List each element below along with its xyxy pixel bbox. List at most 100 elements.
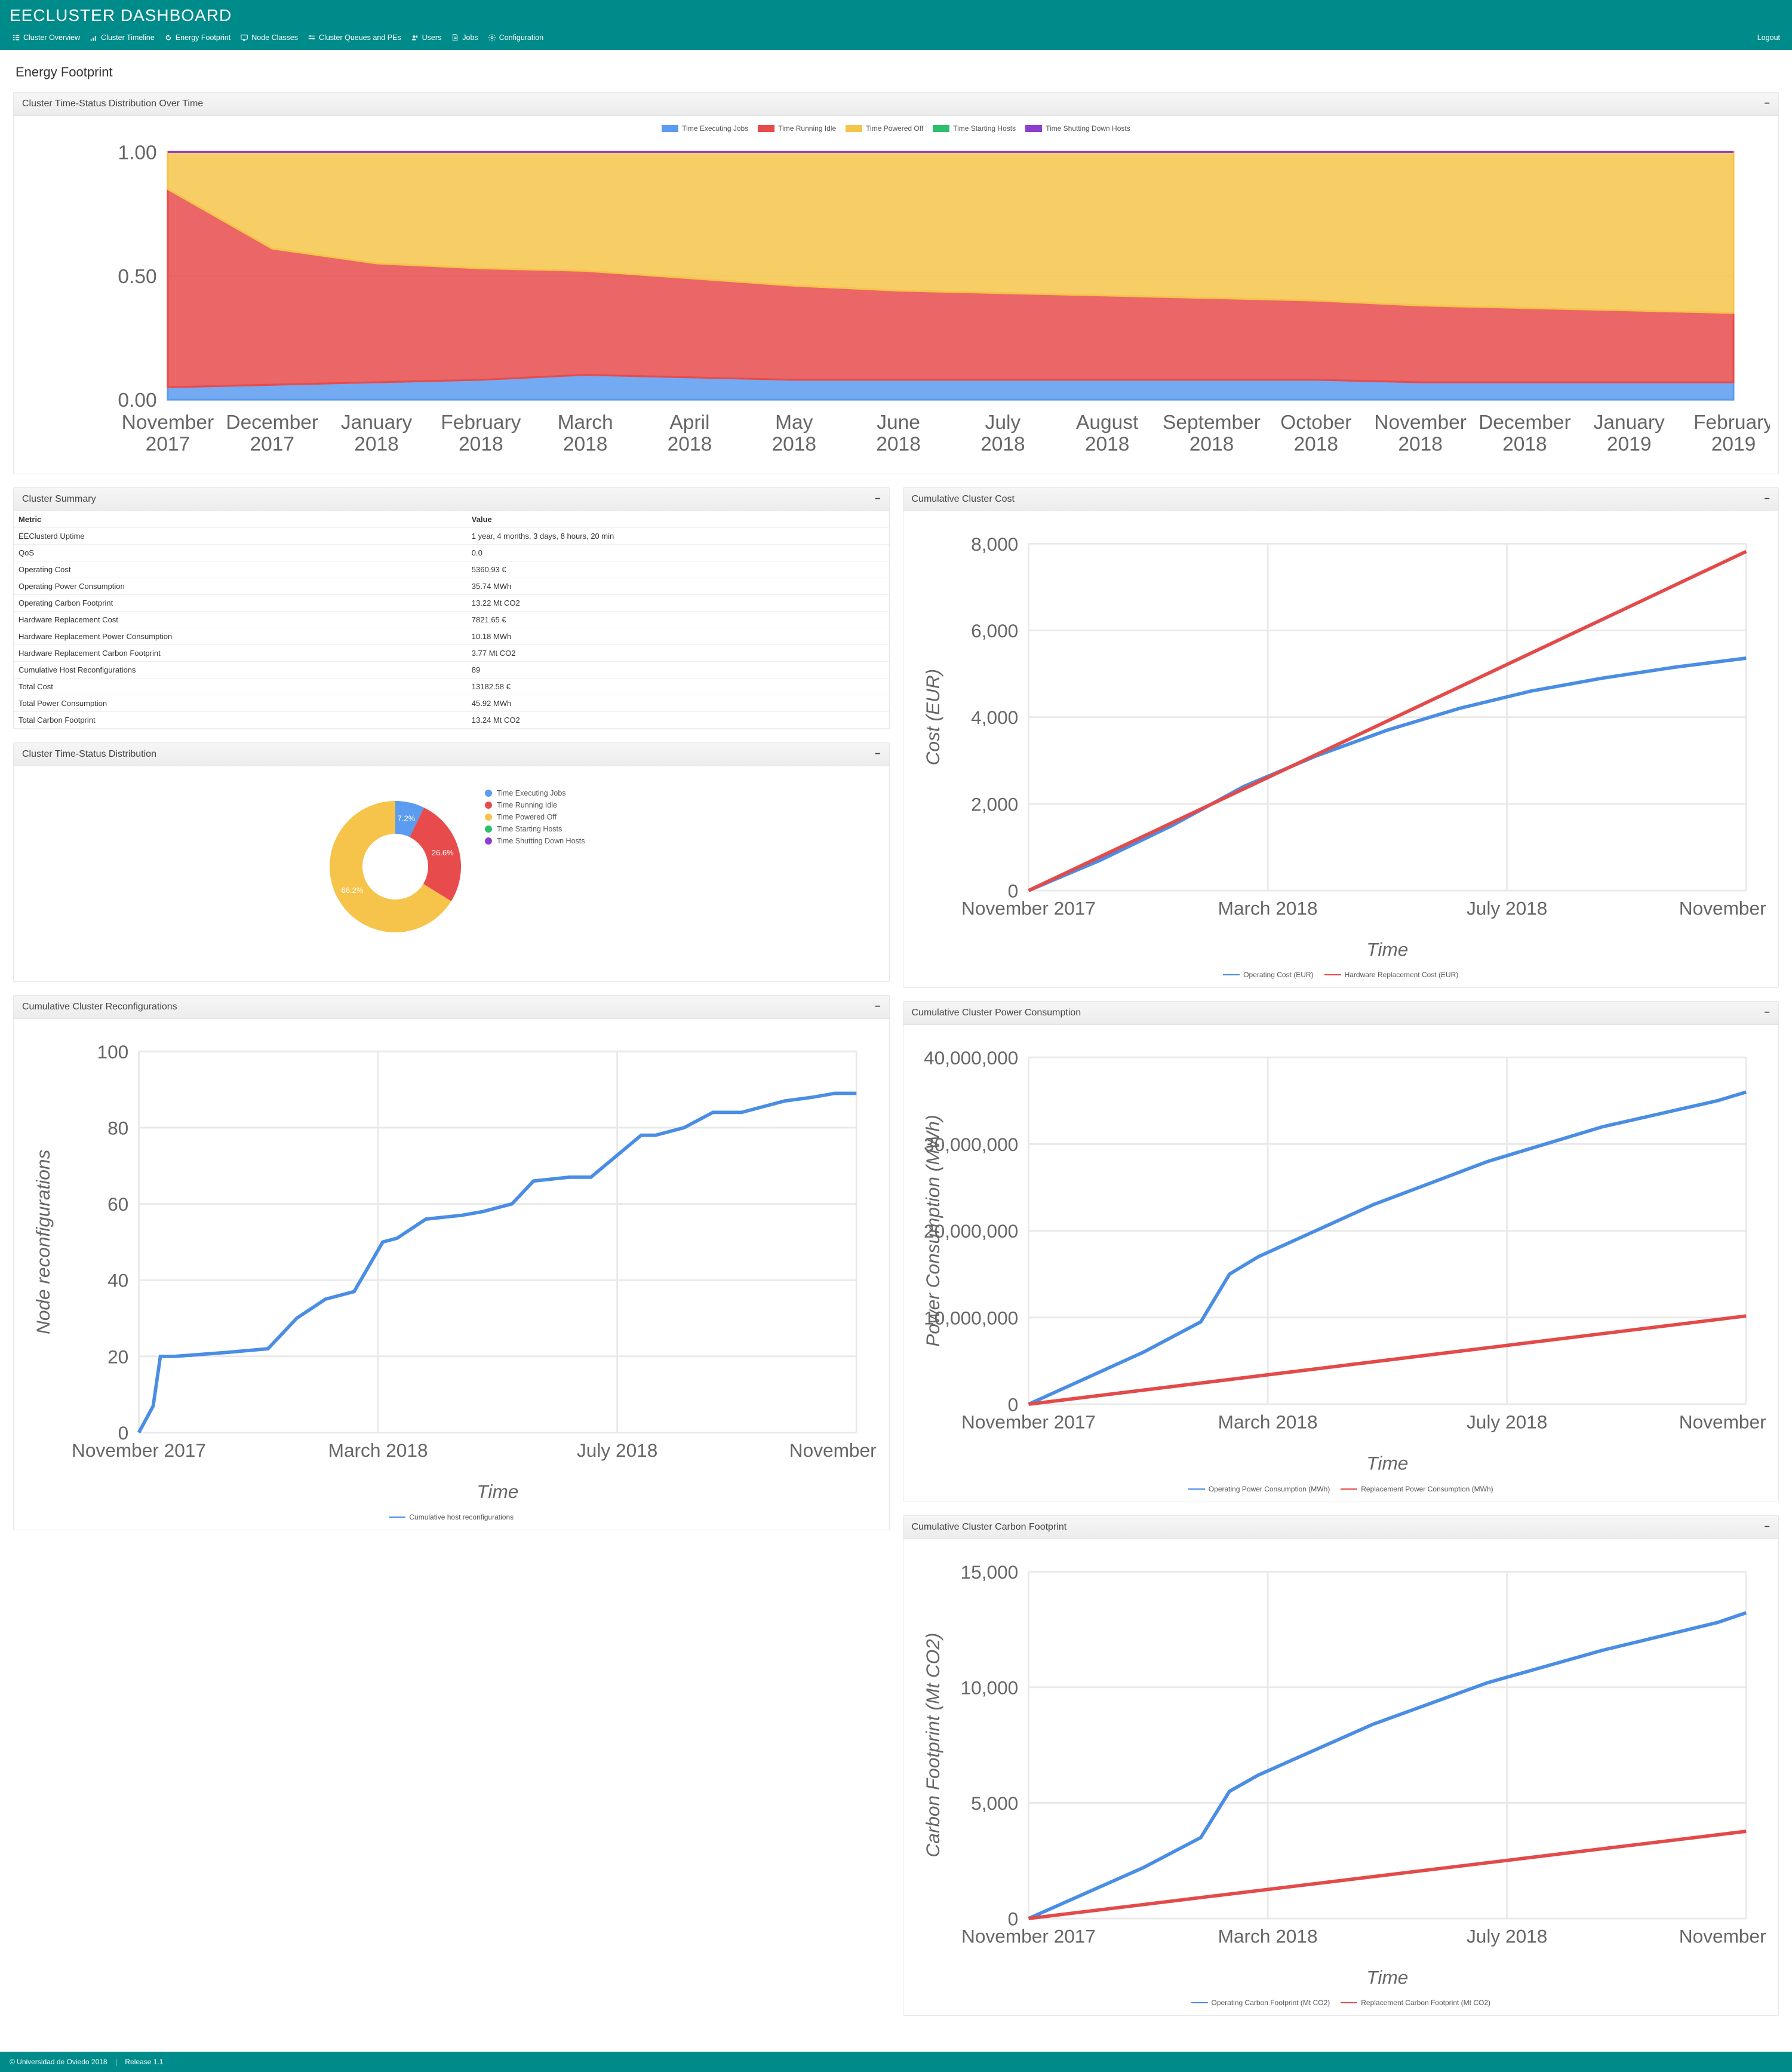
nav-jobs[interactable]: Jobs	[446, 31, 482, 44]
svg-text:November 2018: November 2018	[1679, 1925, 1770, 1947]
panel-carbon: Cumulative Cluster Carbon Footprint − 05…	[903, 1515, 1779, 2016]
svg-text:November 2017: November 2017	[961, 897, 1096, 919]
svg-text:Time: Time	[1366, 1966, 1408, 1988]
app-title: EECLUSTER DASHBOARD	[0, 0, 1792, 29]
svg-text:November 2018: November 2018	[789, 1439, 881, 1461]
svg-text:November 2018: November 2018	[1679, 897, 1770, 919]
svg-text:July 2018: July 2018	[1467, 897, 1547, 919]
svg-text:66.2%: 66.2%	[342, 886, 364, 895]
svg-text:7.2%: 7.2%	[398, 814, 416, 822]
collapse-icon[interactable]: −	[1765, 1008, 1770, 1018]
col-value: Value	[467, 511, 889, 528]
svg-text:November 2018: November 2018	[1679, 1411, 1770, 1433]
nav-cluster-timeline[interactable]: Cluster Timeline	[85, 31, 159, 44]
svg-text:December: December	[1479, 412, 1571, 434]
nav-node-classes[interactable]: Node Classes	[235, 31, 303, 44]
reconf-legend: Cumulative host reconfigurations	[22, 1513, 881, 1521]
svg-text:January: January	[1594, 412, 1665, 434]
svg-text:80: 80	[107, 1117, 128, 1138]
svg-text:Cost (EUR): Cost (EUR)	[922, 669, 943, 766]
svg-text:2018: 2018	[1294, 433, 1339, 455]
timeline-icon	[90, 33, 98, 42]
svg-text:July 2018: July 2018	[1467, 1411, 1547, 1433]
table-row: Total Power Consumption45.92 MWh	[14, 695, 889, 711]
svg-text:March 2018: March 2018	[1218, 1411, 1317, 1433]
doc-icon	[451, 33, 459, 42]
area-chart: 0.000.501.00November2017December2017Janu…	[22, 137, 1770, 465]
table-row: Operating Power Consumption35.74 MWh	[14, 578, 889, 594]
svg-text:November 2017: November 2017	[961, 1925, 1096, 1947]
nav-cluster-queues-and-pes[interactable]: Cluster Queues and PEs	[303, 31, 406, 44]
svg-text:March 2018: March 2018	[1218, 1925, 1317, 1947]
panel-title: Cluster Time-Status Distribution	[22, 749, 875, 760]
svg-text:2018: 2018	[563, 433, 608, 455]
svg-text:2018: 2018	[771, 433, 816, 455]
gear-icon	[488, 33, 496, 42]
carbon-legend: Operating Carbon Footprint (Mt CO2)Repla…	[912, 1999, 1771, 2007]
svg-text:February: February	[1693, 412, 1770, 434]
donut-legend: Time Executing JobsTime Running IdleTime…	[485, 789, 585, 849]
panel-donut: Cluster Time-Status Distribution − 7.2% 2…	[13, 742, 890, 982]
svg-text:2018: 2018	[980, 433, 1025, 455]
nav-energy-footprint[interactable]: Energy Footprint	[159, 31, 235, 44]
logout-link[interactable]: Logout	[1753, 31, 1785, 44]
nav-cluster-overview[interactable]: Cluster Overview	[7, 31, 85, 44]
reconf-chart: 020406080100November 2017March 2018July …	[22, 1027, 881, 1508]
panel-reconf: Cumulative Cluster Reconfigurations − 02…	[13, 995, 890, 1530]
area-legend: Time Executing JobsTime Running IdleTime…	[22, 124, 1770, 133]
footer-copyright: © Universidad de Oviedo 2018	[10, 2058, 107, 2066]
svg-text:2017: 2017	[146, 433, 190, 455]
svg-text:March 2018: March 2018	[328, 1439, 428, 1461]
svg-text:January: January	[341, 412, 412, 434]
panel-cost: Cumulative Cluster Cost − 02,0004,0006,0…	[903, 487, 1779, 989]
panel-title: Cumulative Cluster Power Consumption	[912, 1008, 1765, 1018]
power-chart: 010,000,00020,000,00030,000,00040,000,00…	[912, 1033, 1771, 1480]
svg-text:2019: 2019	[1711, 433, 1756, 455]
nav-configuration[interactable]: Configuration	[483, 31, 548, 44]
svg-text:Power Consumption (MWh): Power Consumption (MWh)	[922, 1115, 943, 1347]
svg-text:60: 60	[107, 1193, 128, 1215]
svg-text:40: 40	[107, 1270, 128, 1291]
svg-text:2018: 2018	[1085, 433, 1130, 455]
panel-title: Cluster Summary	[22, 494, 875, 505]
svg-text:2018: 2018	[668, 433, 712, 455]
svg-text:2019: 2019	[1607, 433, 1652, 455]
svg-text:2018: 2018	[354, 433, 399, 455]
svg-text:March: March	[558, 412, 613, 434]
svg-text:June: June	[877, 412, 920, 434]
svg-text:2,000: 2,000	[971, 793, 1018, 815]
svg-text:26.6%: 26.6%	[432, 848, 454, 857]
power-legend: Operating Power Consumption (MWh)Replace…	[912, 1485, 1771, 1493]
svg-text:November: November	[1374, 412, 1467, 434]
panel-summary: Cluster Summary − Metric Value EECluster…	[13, 487, 890, 729]
svg-text:20: 20	[107, 1346, 128, 1367]
list-icon	[12, 33, 20, 42]
donut-chart: 7.2% 26.6% 66.2%	[318, 789, 473, 944]
table-row: Operating Cost5360.93 €	[14, 561, 889, 578]
panel-title: Cumulative Cluster Carbon Footprint	[912, 1522, 1765, 1533]
svg-text:2018: 2018	[1502, 433, 1547, 455]
table-row: Hardware Replacement Carbon Footprint3.7…	[14, 644, 889, 661]
collapse-icon[interactable]: −	[1765, 494, 1770, 505]
svg-text:November 2017: November 2017	[72, 1439, 206, 1461]
collapse-icon[interactable]: −	[1765, 1522, 1770, 1533]
carbon-chart: 05,00010,00015,000November 2017March 201…	[912, 1548, 1771, 1994]
collapse-icon[interactable]: −	[875, 1002, 880, 1012]
svg-text:Carbon Footprint (Mt CO2): Carbon Footprint (Mt CO2)	[922, 1632, 943, 1857]
sliders-icon	[308, 33, 316, 42]
summary-table: Metric Value EEClusterd Uptime1 year, 4 …	[14, 511, 889, 729]
table-row: Hardware Replacement Cost7821.65 €	[14, 611, 889, 628]
collapse-icon[interactable]: −	[875, 749, 880, 760]
svg-text:July 2018: July 2018	[1467, 1925, 1547, 1947]
svg-text:July 2018: July 2018	[577, 1439, 657, 1461]
desktop-icon	[240, 33, 248, 42]
svg-text:Time: Time	[1366, 1453, 1408, 1474]
collapse-icon[interactable]: −	[875, 494, 880, 505]
svg-text:November: November	[122, 412, 214, 434]
cost-chart: 02,0004,0006,0008,000November 2017March …	[912, 520, 1771, 966]
page-title: Energy Footprint	[16, 65, 1779, 80]
svg-text:15,000: 15,000	[960, 1561, 1018, 1583]
nav-users[interactable]: Users	[406, 31, 447, 44]
footer: © Universidad de Oviedo 2018 | Release 1…	[0, 2052, 1792, 2072]
collapse-icon[interactable]: −	[1765, 99, 1770, 109]
